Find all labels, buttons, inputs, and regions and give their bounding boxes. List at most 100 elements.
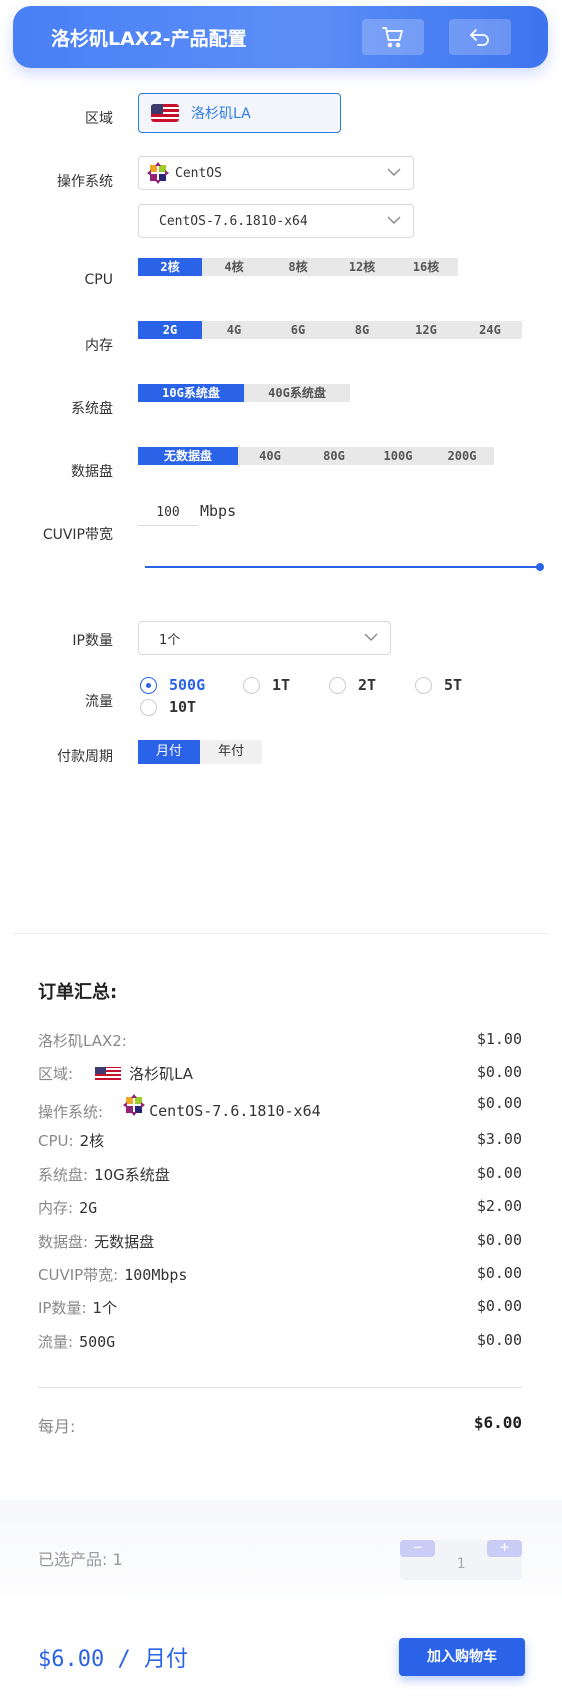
bandwidth-slider[interactable] bbox=[145, 566, 540, 568]
us-flag-icon bbox=[151, 104, 179, 122]
divider bbox=[38, 1387, 522, 1388]
summary-value: CentOS-7.6.1810-x64 bbox=[149, 1102, 321, 1120]
summary-key: 系统盘: bbox=[38, 1166, 89, 1184]
billing-option-yearly[interactable]: 年付 bbox=[200, 740, 262, 764]
cpu-options: 2核 4核 8核 12核 16核 bbox=[138, 258, 458, 276]
summary-value: 10G系统盘 bbox=[94, 1166, 170, 1184]
summary-row-ip-count: IP数量: 1个 $0.00 bbox=[38, 1297, 522, 1323]
memory-option-6g[interactable]: 6G bbox=[266, 321, 330, 339]
centos-icon bbox=[123, 1094, 146, 1116]
data-disk-option-200g[interactable]: 200G bbox=[430, 447, 494, 465]
system-disk-option-40g[interactable]: 40G系统盘 bbox=[244, 384, 350, 402]
os-family-value: CentOS bbox=[175, 165, 222, 181]
back-button[interactable] bbox=[449, 19, 511, 55]
summary-key: 流量: bbox=[38, 1333, 74, 1351]
summary-row-cpu: CPU: 2核 $3.00 bbox=[38, 1130, 522, 1156]
summary-row-system-disk: 系统盘: 10G系统盘 $0.00 bbox=[38, 1164, 522, 1190]
ip-count-label: IP数量 bbox=[72, 633, 113, 649]
traffic-option-label: 10T bbox=[169, 698, 197, 716]
summary-key: IP数量: bbox=[38, 1299, 87, 1317]
traffic-option-10t[interactable]: 10T bbox=[140, 698, 196, 716]
memory-option-8g[interactable]: 8G bbox=[330, 321, 394, 339]
system-disk-option-10g[interactable]: 10G系统盘 bbox=[138, 384, 244, 402]
data-disk-label: 数据盘 bbox=[71, 464, 113, 480]
summary-key: CUVIP带宽: bbox=[38, 1266, 119, 1284]
summary-title: 订单汇总: bbox=[38, 982, 118, 1003]
cpu-option-8[interactable]: 8核 bbox=[266, 258, 330, 276]
cart-icon bbox=[382, 27, 403, 48]
cpu-option-2[interactable]: 2核 bbox=[138, 258, 202, 276]
os-family-select[interactable]: CentOS bbox=[138, 156, 414, 190]
os-version-value: CentOS-7.6.1810-x64 bbox=[159, 213, 308, 229]
cpu-option-4[interactable]: 4核 bbox=[202, 258, 266, 276]
region-label: 区域 bbox=[85, 111, 113, 127]
add-to-cart-button[interactable]: 加入购物车 bbox=[399, 1638, 525, 1676]
traffic-option-label: 5T bbox=[444, 676, 463, 694]
summary-row-memory: 内存: 2G $2.00 bbox=[38, 1197, 522, 1223]
cart-button[interactable] bbox=[362, 19, 424, 55]
summary-price: $0.00 bbox=[476, 1231, 522, 1249]
summary-price: $0.00 bbox=[476, 1264, 522, 1282]
summary-row-bandwidth: CUVIP带宽: 100Mbps $0.00 bbox=[38, 1264, 522, 1290]
summary-price: $0.00 bbox=[476, 1297, 522, 1315]
summary-key: 内存: bbox=[38, 1199, 74, 1217]
back-arrow-icon bbox=[470, 29, 489, 46]
data-disk-option-none[interactable]: 无数据盘 bbox=[138, 447, 238, 465]
billing-options: 月付 年付 bbox=[138, 740, 262, 764]
memory-options: 2G 4G 6G 8G 12G 24G bbox=[138, 321, 522, 339]
total-price: $6.00 bbox=[473, 1413, 522, 1432]
summary-price: $0.00 bbox=[476, 1063, 522, 1081]
quantity-value[interactable]: 1 bbox=[400, 1556, 522, 1572]
data-disk-option-100g[interactable]: 100G bbox=[366, 447, 430, 465]
bandwidth-slider-handle[interactable] bbox=[536, 563, 544, 571]
summary-value: 2核 bbox=[79, 1132, 105, 1150]
summary-price: $1.00 bbox=[476, 1030, 522, 1048]
us-flag-icon bbox=[95, 1066, 122, 1081]
memory-option-12g[interactable]: 12G bbox=[394, 321, 458, 339]
summary-value: 500G bbox=[79, 1332, 116, 1351]
footer-price: $6.00 / 月付 bbox=[38, 1647, 188, 1672]
summary-price: $2.00 bbox=[476, 1197, 522, 1215]
traffic-option-1t[interactable]: 1T bbox=[243, 676, 290, 694]
data-disk-options: 无数据盘 40G 80G 100G 200G bbox=[138, 447, 494, 465]
traffic-option-5t[interactable]: 5T bbox=[415, 676, 462, 694]
bandwidth-unit: Mbps bbox=[200, 502, 237, 520]
summary-row-region: 区域: 洛杉矶LA $0.00 bbox=[38, 1063, 522, 1089]
cpu-option-12[interactable]: 12核 bbox=[330, 258, 394, 276]
decrease-quantity-button[interactable]: − bbox=[400, 1540, 435, 1557]
memory-option-4g[interactable]: 4G bbox=[202, 321, 266, 339]
radio-icon bbox=[140, 698, 157, 716]
traffic-option-2t[interactable]: 2T bbox=[329, 676, 376, 694]
summary-key: 洛杉矶LAX2: bbox=[38, 1032, 127, 1050]
summary-value: 100Mbps bbox=[124, 1265, 188, 1284]
data-disk-option-80g[interactable]: 80G bbox=[302, 447, 366, 465]
summary-key: 数据盘: bbox=[38, 1233, 89, 1251]
selected-products-count: 已选产品: 1 bbox=[38, 1550, 123, 1569]
region-option-la[interactable]: 洛杉矶LA bbox=[138, 93, 341, 133]
summary-price: $0.00 bbox=[476, 1094, 522, 1112]
billing-option-monthly[interactable]: 月付 bbox=[138, 740, 200, 764]
ip-count-select[interactable]: 1个 bbox=[138, 621, 391, 655]
radio-icon bbox=[329, 676, 346, 694]
os-version-select[interactable]: CentOS-7.6.1810-x64 bbox=[138, 204, 414, 238]
bandwidth-input[interactable]: 100 bbox=[138, 500, 198, 526]
summary-row-traffic: 流量: 500G $0.00 bbox=[38, 1331, 522, 1357]
summary-row-product: 洛杉矶LAX2: $1.00 bbox=[38, 1030, 522, 1056]
summary-row-os: 操作系统: CentOS-7.6.1810-x64 $0.00 bbox=[38, 1094, 522, 1126]
memory-option-2g[interactable]: 2G bbox=[138, 321, 202, 339]
os-label: 操作系统 bbox=[57, 174, 113, 190]
cpu-label: CPU bbox=[84, 272, 113, 288]
summary-value: 洛杉矶LA bbox=[129, 1065, 194, 1083]
radio-selected-icon bbox=[140, 676, 157, 694]
increase-quantity-button[interactable]: + bbox=[487, 1540, 522, 1557]
summary-price: $0.00 bbox=[476, 1331, 522, 1349]
data-disk-option-40g[interactable]: 40G bbox=[238, 447, 302, 465]
memory-option-24g[interactable]: 24G bbox=[458, 321, 522, 339]
radio-icon bbox=[415, 676, 432, 694]
cpu-option-16[interactable]: 16核 bbox=[394, 258, 458, 276]
ip-count-value: 1个 bbox=[159, 632, 181, 648]
traffic-option-500g[interactable]: 500G bbox=[140, 676, 205, 694]
summary-value: 2G bbox=[79, 1198, 98, 1217]
chevron-down-icon bbox=[387, 216, 401, 224]
page-title: 洛杉矶LAX2-产品配置 bbox=[51, 28, 247, 50]
